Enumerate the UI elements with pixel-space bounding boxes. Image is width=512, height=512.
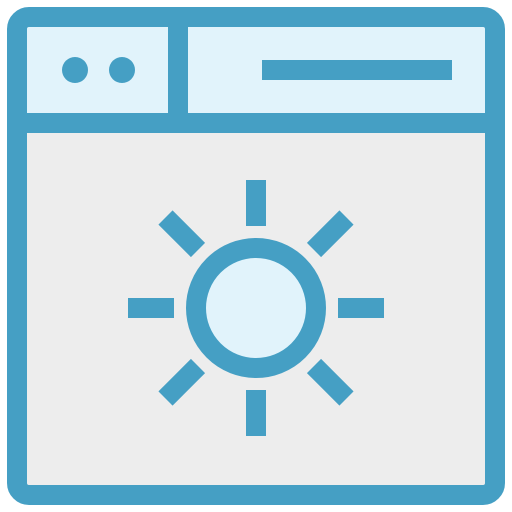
browser-window-brightness-icon: [0, 0, 512, 512]
sun-icon: [128, 180, 384, 436]
window-control-dot-2: [109, 57, 135, 83]
window-control-dot-1: [62, 57, 88, 83]
sun-core: [186, 238, 326, 378]
address-bar-line: [262, 60, 452, 80]
browser-window-illustration: [7, 7, 505, 505]
title-bar-left-panel: [17, 17, 178, 123]
